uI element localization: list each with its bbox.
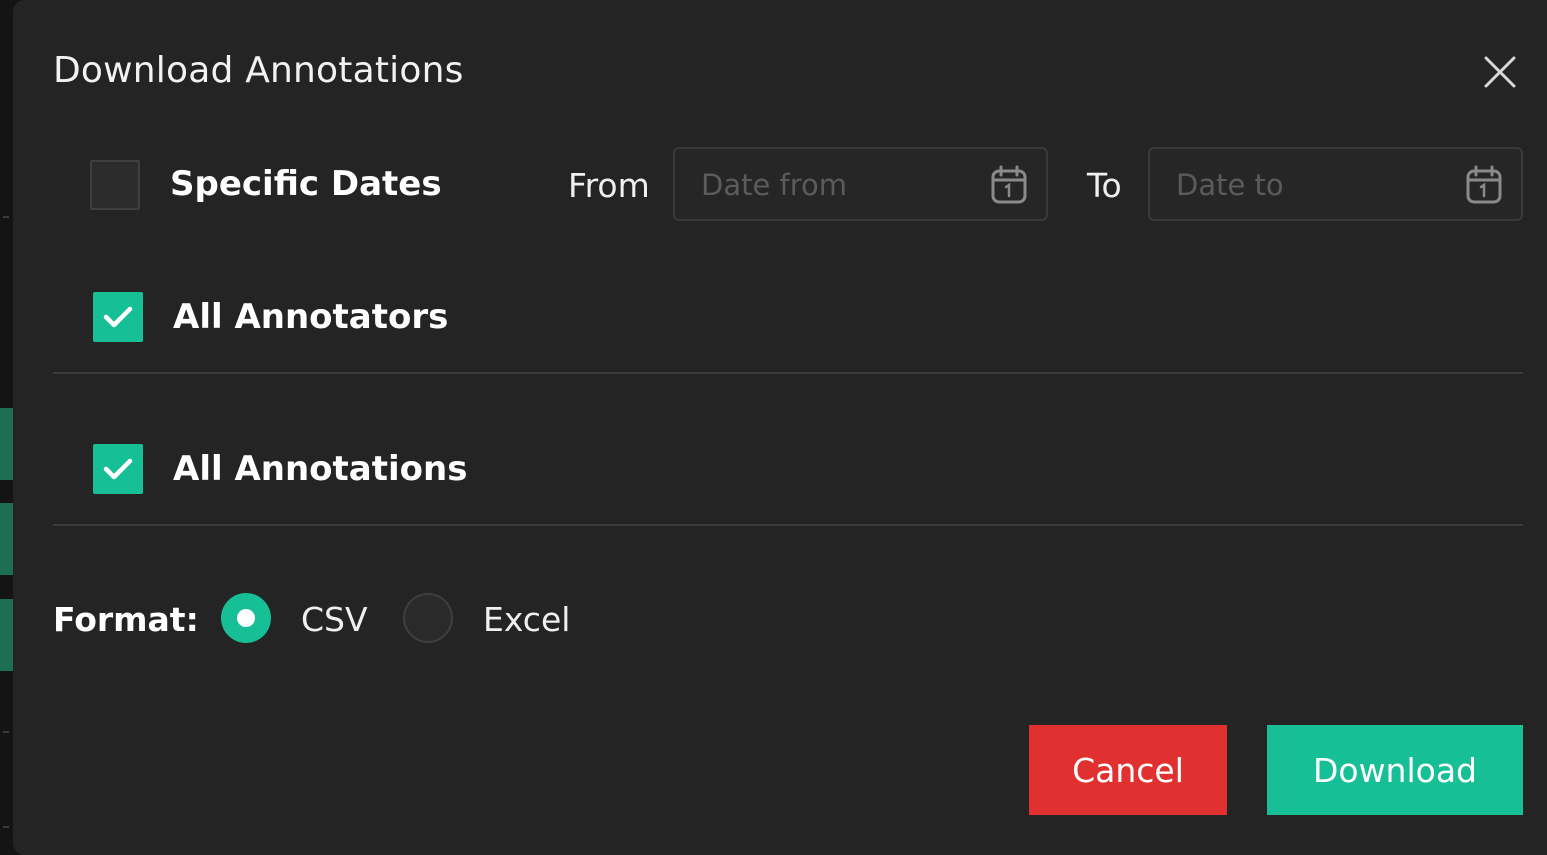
- format-csv-radio[interactable]: [221, 593, 271, 643]
- section-divider: [53, 372, 1523, 374]
- calendar-icon: [1466, 165, 1502, 204]
- date-from-label: From: [568, 166, 650, 205]
- date-from-picker-button[interactable]: [990, 165, 1028, 205]
- download-button[interactable]: Download: [1267, 725, 1523, 815]
- date-to-input[interactable]: [1174, 149, 1448, 221]
- format-excel-radio[interactable]: [403, 593, 453, 643]
- specific-dates-label: Specific Dates: [170, 164, 442, 204]
- dialog-title: Download Annotations: [53, 50, 464, 91]
- background-row-highlight: [0, 408, 13, 480]
- close-button[interactable]: [1479, 52, 1521, 94]
- all-annotations-label: All Annotations: [173, 449, 468, 489]
- calendar-icon: [991, 165, 1027, 204]
- close-icon: [1484, 56, 1516, 88]
- checkmark-icon: [103, 458, 133, 480]
- download-annotations-dialog: Download Annotations Specific Dates From…: [13, 0, 1547, 855]
- format-csv-label[interactable]: CSV: [301, 600, 368, 639]
- background-tick: [3, 216, 9, 218]
- background-row-highlight: [0, 599, 13, 671]
- cancel-button[interactable]: Cancel: [1029, 725, 1227, 815]
- date-from-field: [673, 147, 1048, 221]
- format-label: Format:: [53, 600, 199, 639]
- date-to-field: [1148, 147, 1523, 221]
- date-to-picker-button[interactable]: [1465, 165, 1503, 205]
- date-from-input[interactable]: [699, 149, 973, 221]
- checkmark-icon: [103, 306, 133, 328]
- section-divider: [53, 524, 1523, 526]
- all-annotators-checkbox[interactable]: [93, 292, 143, 342]
- format-excel-label[interactable]: Excel: [483, 600, 570, 639]
- background-tick: [3, 826, 9, 828]
- specific-dates-checkbox[interactable]: [90, 160, 140, 210]
- background-row-highlight: [0, 503, 13, 575]
- all-annotators-label: All Annotators: [173, 297, 449, 337]
- all-annotations-checkbox[interactable]: [93, 444, 143, 494]
- date-to-label: To: [1087, 166, 1122, 205]
- background-tick: [3, 731, 9, 733]
